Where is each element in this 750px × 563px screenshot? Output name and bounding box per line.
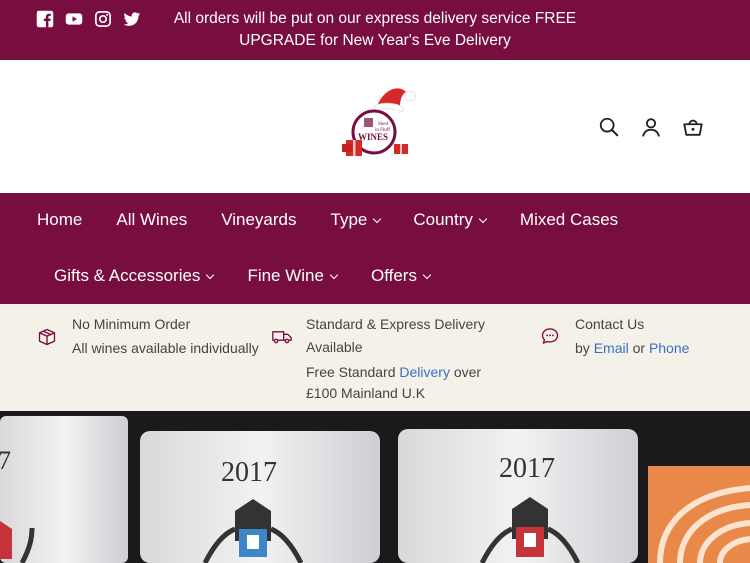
social-links — [36, 10, 141, 28]
email-link[interactable]: Email — [594, 340, 629, 356]
announcement-line-2: UPGRADE for New Year's Eve Delivery — [239, 32, 511, 49]
cart-icon[interactable] — [682, 116, 704, 138]
contact-or: or — [628, 340, 649, 356]
facebook-icon[interactable] — [36, 10, 54, 28]
nav-row-1: Home All Wines Vineyards Type Country Mi… — [37, 208, 618, 232]
youtube-icon[interactable] — [65, 10, 83, 28]
svg-text:Shed: Shed — [378, 122, 389, 127]
info-contact-line: by Email or Phone — [575, 338, 689, 359]
chevron-down-icon — [373, 214, 382, 223]
contact-by: by — [575, 340, 594, 356]
chat-bubble-icon — [541, 328, 559, 344]
nav-item-mixed-cases[interactable]: Mixed Cases — [520, 210, 618, 230]
nav-item-home[interactable]: Home — [37, 210, 82, 230]
instagram-icon[interactable] — [94, 10, 112, 28]
site-header: Shed in Fluff WINES — [0, 60, 750, 193]
bottle-year-1: 2017 — [221, 457, 277, 488]
chevron-down-icon — [329, 270, 339, 279]
nav-item-country[interactable]: Country — [413, 210, 488, 230]
info-no-minimum-title: No Minimum Order — [72, 316, 191, 332]
nav-item-all-wines[interactable]: All Wines — [116, 210, 187, 230]
nav-item-label: Gifts & Accessories — [54, 266, 201, 285]
nav-item-label: Mixed Cases — [519, 210, 619, 229]
info-contact-title: Contact Us — [575, 316, 645, 332]
announcement-line-1: All orders will be put on our express de… — [173, 10, 577, 27]
nav-item-type[interactable]: Type — [330, 210, 382, 230]
announcement-text: All orders will be put on our express de… — [170, 8, 580, 52]
info-delivery-title-1: Standard & Express Delivery — [306, 316, 485, 332]
announcement-bar: All orders will be put on our express de… — [0, 0, 750, 60]
nav-item-fine-wine[interactable]: Fine Wine — [247, 266, 339, 286]
info-delivery-title-2: Available — [306, 339, 363, 355]
nav-item-label: All Wines — [116, 210, 188, 229]
svg-text:WINES: WINES — [358, 132, 388, 142]
nav-item-label: Vineyards — [221, 210, 297, 229]
search-icon[interactable] — [598, 116, 620, 138]
chevron-down-icon — [478, 214, 488, 223]
twitter-icon[interactable] — [123, 10, 141, 28]
info-free-delivery-threshold: £100 Mainland U.K — [306, 385, 426, 401]
delivery-link[interactable]: Delivery — [399, 364, 450, 380]
chevron-down-icon — [206, 270, 215, 279]
info-no-minimum-text: All wines available individually — [72, 340, 259, 356]
header-icons — [598, 116, 704, 138]
bottle-year-2: 2017 — [499, 453, 555, 484]
hero-banner: 7 2017 2017 — [0, 411, 750, 563]
nav-item-label: Offers — [370, 266, 417, 285]
account-icon[interactable] — [640, 116, 662, 138]
delivery-truck-icon — [272, 331, 292, 344]
chevron-down-icon — [422, 270, 432, 279]
nav-row-2: Gifts & Accessories Fine Wine Offers — [54, 264, 432, 288]
phone-link[interactable]: Phone — [649, 340, 689, 356]
nav-item-offers[interactable]: Offers — [370, 266, 432, 286]
nav-item-gifts-accessories[interactable]: Gifts & Accessories — [54, 266, 215, 286]
store-logo[interactable]: Shed in Fluff WINES — [340, 82, 420, 164]
free-delivery-suffix: over — [449, 364, 482, 380]
nav-item-label: Type — [330, 210, 368, 229]
main-nav: Home All Wines Vineyards Type Country Mi… — [0, 193, 750, 304]
nav-item-label: Country — [413, 210, 473, 229]
nav-item-label: Fine Wine — [247, 266, 324, 285]
bottle-year-partial: 7 — [0, 446, 11, 475]
nav-item-label: Home — [37, 210, 83, 229]
box-icon — [38, 328, 56, 346]
nav-item-vineyards[interactable]: Vineyards — [221, 210, 296, 230]
free-delivery-prefix: Free Standard — [306, 364, 400, 380]
info-free-delivery: Free Standard Delivery over — [306, 362, 481, 383]
info-strip: No Minimum Order All wines available ind… — [0, 304, 750, 411]
wine-bottles-image: 7 2017 2017 — [0, 411, 750, 563]
